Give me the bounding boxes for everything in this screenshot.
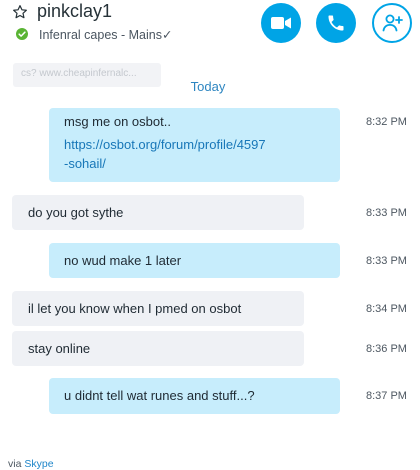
message-timestamp: 8:34 PM <box>366 303 407 315</box>
online-status-icon <box>16 28 28 40</box>
contact-mood-message: Infenral capes - Mains✓ <box>39 28 173 42</box>
date-separator: Today <box>0 79 420 94</box>
message-timestamp: 8:33 PM <box>366 255 407 267</box>
message-text: il let you know when I pmed on osbot <box>28 301 242 316</box>
message-text: stay online <box>28 341 91 356</box>
message-bubble-incoming[interactable]: stay online <box>12 331 304 366</box>
message-bubble-incoming[interactable]: il let you know when I pmed on osbot <box>12 291 304 326</box>
add-person-icon <box>382 14 403 32</box>
contact-name[interactable]: pinkclay1 <box>37 1 112 22</box>
message-text: msg me on osbot.. <box>64 114 171 129</box>
phone-icon <box>328 15 344 31</box>
message-bubble-outgoing[interactable]: no wud make 1 later <box>49 243 340 278</box>
video-camera-icon <box>271 17 291 29</box>
message-bubble-incoming[interactable]: do you got sythe <box>12 195 304 230</box>
message-link-continued[interactable]: -sohail/ <box>64 155 106 173</box>
message-text: no wud make 1 later <box>64 253 182 268</box>
date-separator-label: Today <box>190 79 226 94</box>
video-call-button[interactable] <box>261 3 301 43</box>
add-people-button[interactable] <box>372 3 412 43</box>
via-skype-label: via Skype <box>8 458 54 470</box>
message-bubble-outgoing[interactable]: u didnt tell wat runes and stuff...? <box>49 378 340 414</box>
skype-link[interactable]: Skype <box>24 458 53 470</box>
message-timestamp: 8:36 PM <box>366 343 407 355</box>
message-link[interactable]: https://osbot.org/forum/profile/4597 <box>64 136 266 154</box>
message-timestamp: 8:33 PM <box>366 207 407 219</box>
message-bubble-outgoing[interactable]: msg me on osbot.. https://osbot.org/foru… <box>49 108 340 182</box>
previous-message-text: cs? www.cheapinfernalc... <box>21 68 137 79</box>
message-timestamp: 8:32 PM <box>366 116 407 128</box>
audio-call-button[interactable] <box>316 3 356 43</box>
via-text: via <box>8 458 22 470</box>
message-text: u didnt tell wat runes and stuff...? <box>64 388 255 403</box>
favorite-star-icon[interactable] <box>12 4 28 20</box>
message-text: do you got sythe <box>28 205 124 220</box>
message-timestamp: 8:37 PM <box>366 390 407 402</box>
